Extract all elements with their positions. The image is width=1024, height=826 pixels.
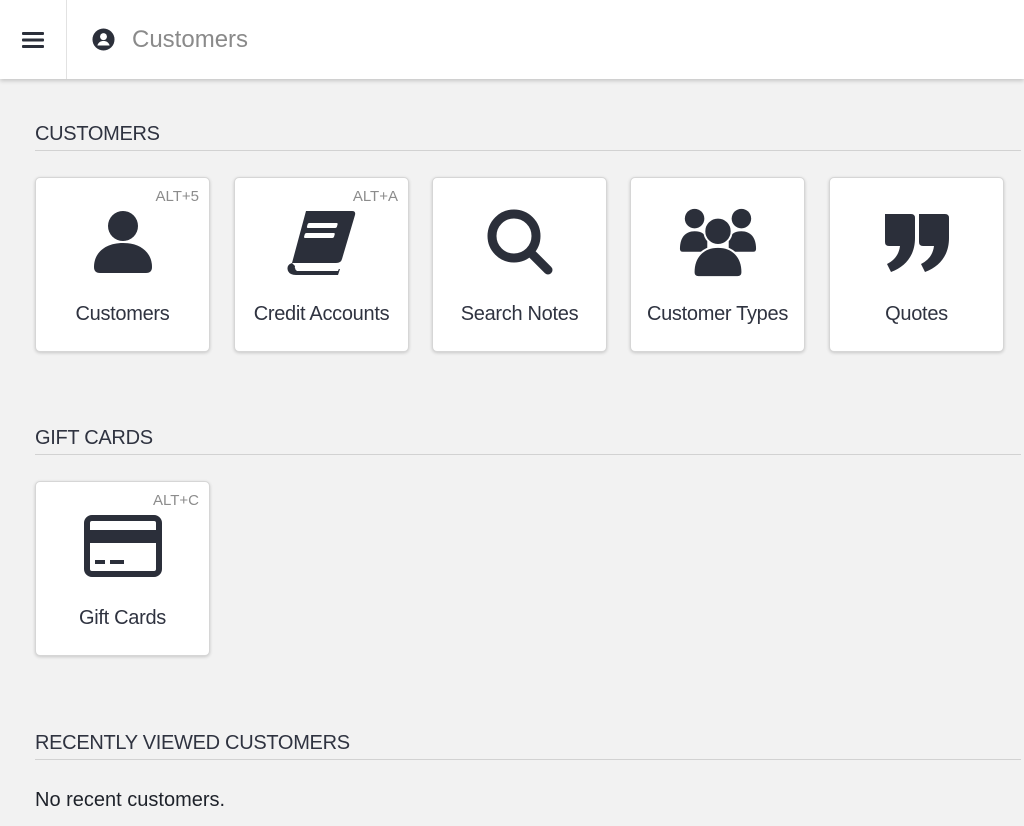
top-bar: Customers xyxy=(0,0,1024,79)
tile-label: Customer Types xyxy=(646,303,789,325)
page-title: Customers xyxy=(132,26,249,53)
menu-button[interactable] xyxy=(0,0,67,79)
hamburger-menu-icon xyxy=(22,31,44,48)
section-header-recent-customers: RECENTLY VIEWED CUSTOMERS xyxy=(35,729,1021,760)
tile-gift-cards[interactable]: ALT+C Gift Cards xyxy=(35,481,210,656)
tile-quotes[interactable]: Quotes xyxy=(829,177,1004,352)
tile-label: Gift Cards xyxy=(78,607,167,629)
shortcut-label: ALT+C xyxy=(153,492,199,509)
tile-search-notes[interactable]: Search Notes xyxy=(432,177,607,352)
tile-customers[interactable]: ALT+5 Customers xyxy=(35,177,210,352)
tile-credit-accounts[interactable]: ALT+A Credit Accounts xyxy=(234,177,409,352)
section-header-customers: CUSTOMERS xyxy=(35,120,1021,151)
credit-card-icon xyxy=(83,509,163,583)
user-circle-icon xyxy=(92,28,115,51)
tile-label: Customers xyxy=(75,303,170,325)
empty-state-message: No recent customers. xyxy=(35,789,226,811)
shortcut-label: ALT+5 xyxy=(155,188,200,205)
tile-customer-types[interactable]: Customer Types xyxy=(630,177,805,352)
tile-label: Credit Accounts xyxy=(253,303,390,325)
section-header-gift-cards: GIFT CARDS xyxy=(35,424,1021,455)
shortcut-label: ALT+A xyxy=(352,188,398,205)
tile-label: Search Notes xyxy=(460,303,579,325)
search-icon xyxy=(480,205,560,279)
users-group-icon xyxy=(678,205,758,279)
quote-icon xyxy=(877,205,957,279)
user-icon xyxy=(83,205,163,279)
book-icon xyxy=(282,205,362,279)
tile-label: Quotes xyxy=(885,303,948,325)
